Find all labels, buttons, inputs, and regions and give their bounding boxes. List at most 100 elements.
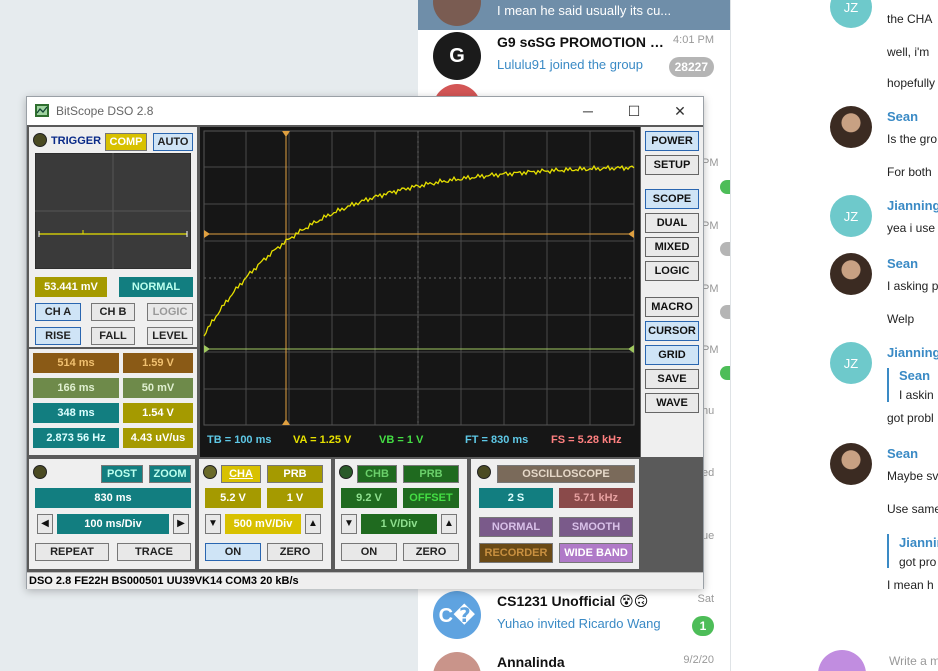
measure-time[interactable]: 348 ms — [33, 403, 119, 423]
unread-badge: 28227 — [668, 57, 714, 77]
measure-voltage[interactable]: 50 mV — [123, 378, 193, 398]
normal-button[interactable]: NORMAL — [479, 517, 553, 537]
chb-on-button[interactable]: ON — [341, 543, 397, 561]
scope-button[interactable]: SCOPE — [645, 189, 699, 209]
save-button[interactable]: SAVE — [645, 369, 699, 389]
measure-voltage[interactable]: 1.59 V — [123, 353, 193, 373]
cha-range-display[interactable]: 5.2 V — [205, 488, 261, 508]
chb-probe-button[interactable]: PRB — [403, 465, 459, 483]
message-input[interactable]: Write a m — [889, 654, 938, 668]
timebase-led[interactable] — [33, 465, 47, 479]
scope-display[interactable] — [200, 127, 640, 457]
comp-button[interactable]: COMP — [105, 133, 147, 151]
measure-time[interactable]: 166 ms — [33, 378, 119, 398]
repeat-button[interactable]: REPEAT — [35, 543, 109, 561]
cha-probe-button[interactable]: PRB — [267, 465, 323, 483]
message-sender[interactable]: Sean — [887, 446, 918, 461]
status-bar: DSO 2.8 FE22H BS000501 UU39VK14 COM3 20 … — [27, 572, 703, 589]
mixed-button[interactable]: MIXED — [645, 237, 699, 257]
trigger-level-display[interactable]: 53.441 mV — [35, 277, 107, 297]
trigger-mode-display[interactable]: NORMAL — [119, 277, 193, 297]
wide-band-button[interactable]: WIDE BAND — [559, 543, 633, 563]
close-button[interactable]: ✕ — [657, 97, 703, 125]
cha-probe-display[interactable]: 1 V — [267, 488, 323, 508]
chb-button[interactable]: CHB — [357, 465, 397, 483]
logic-mode-button[interactable]: LOGIC — [645, 261, 699, 281]
ch-a-button[interactable]: CH A — [35, 303, 81, 321]
fall-button[interactable]: FALL — [91, 327, 135, 345]
chat-item-cs1231[interactable]: C� CS1231 Unofficial 😵🙃 Sat Yuhao invite… — [418, 585, 730, 643]
measure-frequency[interactable]: 2.873 56 Hz — [33, 428, 119, 448]
chb-scale-display[interactable]: 1 V/Div — [361, 514, 437, 534]
cha-scale-display[interactable]: 500 mV/Div — [225, 514, 301, 534]
reply-quote-name[interactable]: Sean — [899, 368, 930, 383]
message-sender[interactable]: Jianning — [887, 345, 938, 360]
chat-time: 9/2/20 — [683, 654, 714, 666]
chat-time-fragment: PM — [702, 157, 719, 169]
unread-badge-fragment — [720, 180, 730, 194]
reply-quote-text: I askin — [899, 388, 934, 402]
timebase-decrease-button[interactable]: ◀ — [37, 514, 53, 534]
timebase-rate-display[interactable]: 100 ms/Div — [57, 514, 169, 534]
power-button[interactable]: POWER — [645, 131, 699, 151]
cha-on-button[interactable]: ON — [205, 543, 261, 561]
zoom-button[interactable]: ZOOM — [149, 465, 191, 483]
minimize-button[interactable]: ─ — [565, 97, 611, 125]
fs-readout: FS = 5.28 kHz — [551, 434, 622, 446]
wave-button[interactable]: WAVE — [645, 393, 699, 413]
measure-voltage[interactable]: 1.54 V — [123, 403, 193, 423]
cha-scale-down-button[interactable]: ▼ — [205, 514, 221, 534]
cha-zero-button[interactable]: ZERO — [267, 543, 323, 561]
trigger-led[interactable] — [33, 133, 47, 147]
maximize-button[interactable]: ☐ — [611, 97, 657, 125]
chb-range-display[interactable]: 9.2 V — [341, 488, 397, 508]
channel-b-led[interactable] — [339, 465, 353, 479]
chat-item-g9[interactable]: G G9 sɢSG PROMOTION G... 4:01 PM Lululu9… — [418, 26, 730, 84]
message-text: well, i'm — [887, 45, 930, 59]
cha-scale-up-button[interactable]: ▲ — [305, 514, 321, 534]
reply-quote-name[interactable]: Jiannin — [899, 535, 938, 550]
dual-button[interactable]: DUAL — [645, 213, 699, 233]
message-text: I mean h — [887, 578, 934, 592]
macro-button[interactable]: MACRO — [645, 297, 699, 317]
sample-frequency-display[interactable]: 5.71 kHz — [559, 488, 633, 508]
avatar-initials: JZ — [843, 208, 859, 224]
auto-button[interactable]: AUTO — [153, 133, 193, 151]
chb-offset-display[interactable]: OFFSET — [403, 488, 459, 508]
setup-button[interactable]: SETUP — [645, 155, 699, 175]
chb-zero-button[interactable]: ZERO — [403, 543, 459, 561]
level-button[interactable]: LEVEL — [147, 327, 193, 345]
mode-led[interactable] — [477, 465, 491, 479]
cha-button[interactable]: CHA — [221, 465, 261, 483]
grid-button[interactable]: GRID — [645, 345, 699, 365]
message-text: Welp — [887, 312, 915, 326]
channel-a-panel: CHA PRB 5.2 V 1 V ▼ 500 mV/Div ▲ ON ZERO — [199, 459, 331, 569]
rise-button[interactable]: RISE — [35, 327, 81, 345]
chb-scale-down-button[interactable]: ▼ — [341, 514, 357, 534]
oscilloscope-button[interactable]: OSCILLOSCOPE — [497, 465, 635, 483]
avatar — [830, 253, 872, 295]
logic-button[interactable]: LOGIC — [147, 303, 193, 321]
trigger-delay-display[interactable]: 830 ms — [35, 488, 191, 508]
recorder-button[interactable]: RECORDER — [479, 543, 553, 563]
channel-a-led[interactable] — [203, 465, 217, 479]
chat-item-annalinda[interactable]: Annalinda 9/2/20 — [418, 646, 730, 671]
cursor-button[interactable]: CURSOR — [645, 321, 699, 341]
ch-b-button[interactable]: CH B — [91, 303, 135, 321]
measure-time[interactable]: 514 ms — [33, 353, 119, 373]
message-sender[interactable]: Jianning — [887, 198, 938, 213]
message-sender[interactable]: Sean — [887, 109, 918, 124]
message-sender[interactable]: Sean — [887, 256, 918, 271]
title-bar[interactable]: BitScope DSO 2.8 ─ ☐ ✕ — [27, 97, 703, 125]
chat-snippet: I mean he said usually its cu... — [497, 3, 672, 18]
smooth-button[interactable]: SMOOTH — [559, 517, 633, 537]
chb-scale-up-button[interactable]: ▲ — [441, 514, 457, 534]
trace-button[interactable]: TRACE — [117, 543, 191, 561]
unread-badge-fragment — [720, 305, 730, 319]
measure-slew[interactable]: 4.43 uV/us — [123, 428, 193, 448]
timebase-increase-button[interactable]: ▶ — [173, 514, 189, 534]
post-button[interactable]: POST — [101, 465, 143, 483]
duration-display[interactable]: 2 S — [479, 488, 553, 508]
message-text: hopefully — [887, 76, 936, 90]
chat-time-fragment: PM — [702, 344, 719, 356]
